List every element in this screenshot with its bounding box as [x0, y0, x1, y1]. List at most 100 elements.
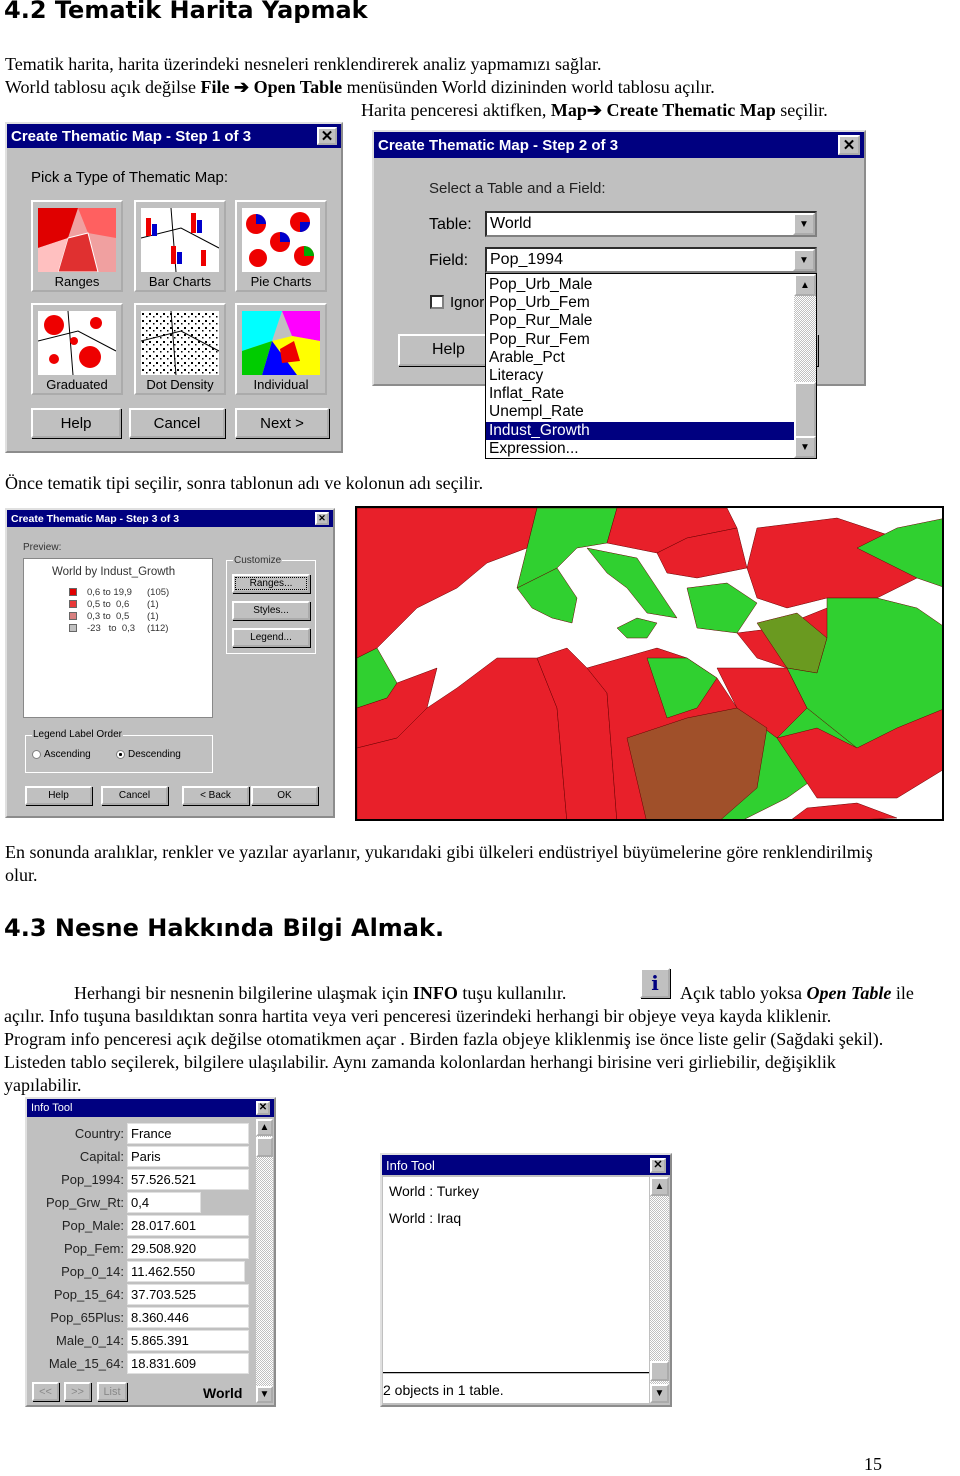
section-heading-4-2: 4.2 Tematik Harita Yapmak: [4, 0, 368, 24]
scroll-down-icon[interactable]: ▼: [256, 1386, 273, 1403]
help-button[interactable]: Help: [31, 408, 121, 438]
field-label: Male_15_64:: [48, 1356, 124, 1371]
field-dropdown-list: Pop_Urb_Male Pop_Urb_Fem Pop_Rur_Male Pop_R…: [485, 273, 817, 459]
intro-line-2: World tablosu açık değilse File ➔ Open T…: [5, 76, 715, 99]
styles-button[interactable]: Styles...: [232, 601, 310, 620]
type-dot-density-button[interactable]: Dot Density: [134, 303, 226, 395]
section-heading-4-3: 4.3 Nesne Hakkında Bilgi Almak.: [4, 914, 445, 942]
field-label: Capital:: [79, 1149, 124, 1164]
info-icon: i: [640, 968, 670, 998]
type-bar-charts-button[interactable]: Bar Charts: [134, 200, 226, 292]
cancel-button[interactable]: Cancel: [129, 408, 225, 438]
field-value-input[interactable]: France: [127, 1123, 249, 1144]
list-button[interactable]: List: [97, 1382, 127, 1401]
ranges-icon: [38, 208, 116, 272]
scroll-down-icon[interactable]: ▼: [650, 1384, 669, 1403]
scroll-thumb[interactable]: [794, 382, 816, 438]
help-button[interactable]: Help: [25, 786, 92, 805]
field-option[interactable]: Literacy: [486, 367, 794, 385]
scroll-up-icon[interactable]: ▲: [794, 274, 816, 296]
ok-button[interactable]: OK: [251, 786, 318, 805]
legend-range: 0,6 to 19,9: [87, 586, 132, 598]
scroll-down-icon[interactable]: ▼: [794, 436, 816, 458]
field-value-input[interactable]: 37.703.525: [127, 1284, 249, 1305]
legend-button[interactable]: Legend...: [232, 628, 310, 647]
close-icon[interactable]: ✕: [315, 512, 329, 525]
field-value-input[interactable]: 18.831.609: [127, 1353, 249, 1374]
field-label: Pop_Male:: [61, 1218, 124, 1233]
type-ranges-button[interactable]: Ranges: [31, 200, 123, 292]
next-button[interactable]: Next >: [235, 408, 329, 438]
field-option[interactable]: Pop_Rur_Male: [486, 312, 794, 330]
intro-line-1: Tematik harita, harita üzerindeki nesnel…: [5, 54, 602, 74]
ranges-button[interactable]: Ranges...: [232, 574, 310, 593]
previous-button[interactable]: <<: [32, 1382, 59, 1401]
type-label: Individual: [253, 377, 309, 392]
status-text: 2 objects in 1 table.: [383, 1382, 504, 1398]
chevron-down-icon[interactable]: ▼: [793, 213, 815, 235]
next-button[interactable]: >>: [64, 1382, 91, 1401]
dot-density-icon: [141, 311, 219, 375]
table-select[interactable]: World ▼: [485, 211, 817, 237]
field-option[interactable]: Unempl_Rate: [486, 403, 794, 421]
radio-selected-icon: [116, 750, 125, 759]
scroll-thumb[interactable]: [650, 1361, 669, 1381]
info-line-3: Program info penceresi açık değilse otom…: [4, 1029, 884, 1049]
info-tool-window: Info Tool ✕ Country: France Capital: Paris Po…: [25, 1097, 276, 1407]
text: Açık tablo yoksa: [680, 983, 807, 1003]
field-option[interactable]: Pop_Urb_Fem: [486, 294, 794, 312]
scrollbar[interactable]: [256, 1119, 273, 1403]
list-item[interactable]: World : Turkey: [389, 1183, 479, 1199]
back-button[interactable]: < Back: [182, 786, 249, 805]
field-option[interactable]: Pop_Rur_Fem: [486, 331, 794, 349]
descending-radio[interactable]: Descending: [116, 749, 181, 760]
thematic-map: [355, 506, 944, 821]
type-label: Bar Charts: [148, 274, 212, 289]
close-icon[interactable]: ✕: [650, 1157, 666, 1173]
scroll-up-icon[interactable]: ▲: [650, 1177, 669, 1196]
field-label: Pop_1994:: [61, 1172, 124, 1187]
scroll-thumb[interactable]: [256, 1137, 273, 1157]
chevron-down-icon[interactable]: ▼: [793, 249, 815, 271]
type-label: Dot Density: [146, 377, 214, 392]
text: Herhangi bir nesnenin bilgilerine ulaşma…: [74, 983, 413, 1003]
close-icon[interactable]: ✕: [256, 1101, 270, 1115]
pie-chart-icon: [242, 208, 320, 272]
close-icon[interactable]: ✕: [317, 127, 337, 145]
field-value-input[interactable]: Paris: [127, 1146, 249, 1167]
legend-row: 0,6 to 19,9 (105): [69, 586, 169, 598]
field-option[interactable]: Indust_Growth: [486, 421, 794, 440]
intro-line-3: Harita penceresi aktifken, Map➔ Create T…: [361, 99, 828, 122]
prompt-label: Pick a Type of Thematic Map:: [31, 169, 229, 186]
close-icon[interactable]: ✕: [838, 135, 860, 155]
type-label: Ranges: [54, 274, 100, 289]
ascending-radio[interactable]: Ascending: [32, 749, 91, 760]
order-label: Legend Label Order: [32, 729, 123, 740]
radio-icon: [32, 750, 41, 759]
cancel-button[interactable]: Cancel: [101, 786, 168, 805]
field-option[interactable]: Arable_Pct: [486, 349, 794, 367]
field-option[interactable]: Pop_Urb_Male: [486, 276, 794, 294]
field-value-input[interactable]: 11.462.550: [127, 1261, 245, 1282]
table-name: World: [203, 1385, 243, 1401]
text: menüsünden World dizininden world tablos…: [342, 77, 715, 97]
field-value-input[interactable]: 8.360.446: [127, 1307, 249, 1328]
type-graduated-button[interactable]: Graduated: [31, 303, 123, 395]
field-option[interactable]: Inflat_Rate: [486, 385, 794, 403]
scroll-up-icon[interactable]: ▲: [256, 1119, 273, 1136]
field-option[interactable]: Expression...: [486, 440, 794, 458]
field-value-input[interactable]: 28.017.601: [127, 1215, 249, 1236]
type-pie-charts-button[interactable]: Pie Charts: [235, 200, 327, 292]
field-value-input[interactable]: 5.865.391: [127, 1330, 249, 1351]
field-select[interactable]: Pop_1994 ▼: [485, 247, 817, 273]
list-item[interactable]: World : Iraq: [389, 1210, 461, 1226]
text: tuşu kullanılır.: [457, 983, 567, 1003]
legend-swatch: [69, 600, 77, 608]
graduated-symbols-icon: [38, 311, 116, 375]
type-individual-button[interactable]: Individual: [235, 303, 327, 395]
field-value-input[interactable]: 29.508.920: [127, 1238, 249, 1259]
field-value-input[interactable]: 57.526.521: [127, 1169, 249, 1190]
ignore-checkbox[interactable]: [430, 295, 444, 309]
preview-label: Preview:: [23, 542, 62, 553]
field-value-input[interactable]: 0,4: [127, 1192, 201, 1213]
